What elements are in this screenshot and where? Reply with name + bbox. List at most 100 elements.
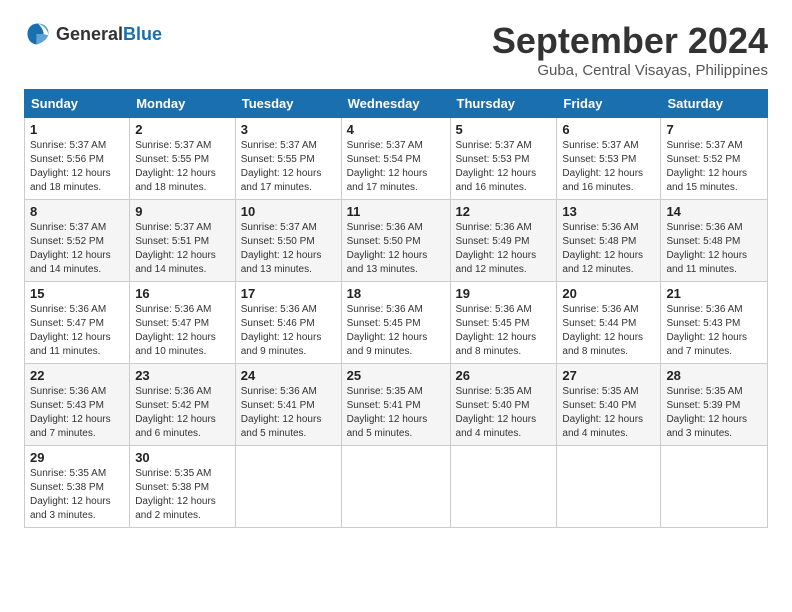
- day-content: Sunrise: 5:36 AM Sunset: 5:45 PM Dayligh…: [347, 303, 445, 359]
- header-monday: Monday: [130, 90, 236, 118]
- day-content: Sunrise: 5:36 AM Sunset: 5:44 PM Dayligh…: [562, 303, 655, 359]
- day-number: 10: [241, 204, 336, 219]
- location-subtitle: Guba, Central Visayas, Philippines: [492, 62, 768, 79]
- day-number: 1: [30, 122, 124, 137]
- calendar-cell: 6 Sunrise: 5:37 AM Sunset: 5:53 PM Dayli…: [557, 118, 661, 200]
- calendar-cell: 30 Sunrise: 5:35 AM Sunset: 5:38 PM Dayl…: [130, 446, 236, 528]
- day-number: 26: [456, 368, 552, 383]
- calendar-cell: 7 Sunrise: 5:37 AM Sunset: 5:52 PM Dayli…: [661, 118, 768, 200]
- day-number: 19: [456, 286, 552, 301]
- calendar-cell: 20 Sunrise: 5:36 AM Sunset: 5:44 PM Dayl…: [557, 282, 661, 364]
- day-number: 23: [135, 368, 230, 383]
- day-content: Sunrise: 5:35 AM Sunset: 5:40 PM Dayligh…: [456, 385, 552, 441]
- calendar-cell: 26 Sunrise: 5:35 AM Sunset: 5:40 PM Dayl…: [450, 364, 557, 446]
- day-number: 9: [135, 204, 230, 219]
- logo: GeneralBlue: [24, 20, 162, 48]
- calendar-week-4: 22 Sunrise: 5:36 AM Sunset: 5:43 PM Dayl…: [25, 364, 768, 446]
- calendar-cell: 14 Sunrise: 5:36 AM Sunset: 5:48 PM Dayl…: [661, 200, 768, 282]
- day-number: 29: [30, 450, 124, 465]
- calendar-cell: [341, 446, 450, 528]
- day-number: 11: [347, 204, 445, 219]
- day-number: 28: [666, 368, 762, 383]
- calendar-cell: 23 Sunrise: 5:36 AM Sunset: 5:42 PM Dayl…: [130, 364, 236, 446]
- day-number: 30: [135, 450, 230, 465]
- calendar-cell: 25 Sunrise: 5:35 AM Sunset: 5:41 PM Dayl…: [341, 364, 450, 446]
- day-number: 15: [30, 286, 124, 301]
- calendar-cell: 10 Sunrise: 5:37 AM Sunset: 5:50 PM Dayl…: [235, 200, 341, 282]
- day-number: 25: [347, 368, 445, 383]
- day-content: Sunrise: 5:36 AM Sunset: 5:47 PM Dayligh…: [135, 303, 230, 359]
- calendar-cell: 4 Sunrise: 5:37 AM Sunset: 5:54 PM Dayli…: [341, 118, 450, 200]
- day-number: 6: [562, 122, 655, 137]
- day-content: Sunrise: 5:37 AM Sunset: 5:55 PM Dayligh…: [135, 139, 230, 195]
- calendar-week-5: 29 Sunrise: 5:35 AM Sunset: 5:38 PM Dayl…: [25, 446, 768, 528]
- day-content: Sunrise: 5:36 AM Sunset: 5:43 PM Dayligh…: [666, 303, 762, 359]
- day-content: Sunrise: 5:36 AM Sunset: 5:42 PM Dayligh…: [135, 385, 230, 441]
- calendar-table: Sunday Monday Tuesday Wednesday Thursday…: [24, 89, 768, 528]
- day-content: Sunrise: 5:36 AM Sunset: 5:43 PM Dayligh…: [30, 385, 124, 441]
- day-number: 7: [666, 122, 762, 137]
- day-number: 13: [562, 204, 655, 219]
- calendar-cell: 5 Sunrise: 5:37 AM Sunset: 5:53 PM Dayli…: [450, 118, 557, 200]
- calendar-cell: 15 Sunrise: 5:36 AM Sunset: 5:47 PM Dayl…: [25, 282, 130, 364]
- calendar-cell: 22 Sunrise: 5:36 AM Sunset: 5:43 PM Dayl…: [25, 364, 130, 446]
- day-content: Sunrise: 5:36 AM Sunset: 5:41 PM Dayligh…: [241, 385, 336, 441]
- calendar-cell: 2 Sunrise: 5:37 AM Sunset: 5:55 PM Dayli…: [130, 118, 236, 200]
- page-header: GeneralBlue September 2024 Guba, Central…: [24, 20, 768, 79]
- day-content: Sunrise: 5:37 AM Sunset: 5:50 PM Dayligh…: [241, 221, 336, 277]
- day-number: 12: [456, 204, 552, 219]
- day-content: Sunrise: 5:37 AM Sunset: 5:53 PM Dayligh…: [562, 139, 655, 195]
- calendar-week-1: 1 Sunrise: 5:37 AM Sunset: 5:56 PM Dayli…: [25, 118, 768, 200]
- day-content: Sunrise: 5:35 AM Sunset: 5:38 PM Dayligh…: [135, 467, 230, 523]
- weekday-header-row: Sunday Monday Tuesday Wednesday Thursday…: [25, 90, 768, 118]
- day-content: Sunrise: 5:37 AM Sunset: 5:53 PM Dayligh…: [456, 139, 552, 195]
- calendar-cell: 17 Sunrise: 5:36 AM Sunset: 5:46 PM Dayl…: [235, 282, 341, 364]
- calendar-cell: 27 Sunrise: 5:35 AM Sunset: 5:40 PM Dayl…: [557, 364, 661, 446]
- day-content: Sunrise: 5:36 AM Sunset: 5:49 PM Dayligh…: [456, 221, 552, 277]
- calendar-cell: 24 Sunrise: 5:36 AM Sunset: 5:41 PM Dayl…: [235, 364, 341, 446]
- day-content: Sunrise: 5:37 AM Sunset: 5:52 PM Dayligh…: [30, 221, 124, 277]
- day-number: 20: [562, 286, 655, 301]
- calendar-cell: [235, 446, 341, 528]
- day-number: 2: [135, 122, 230, 137]
- day-number: 17: [241, 286, 336, 301]
- calendar-week-2: 8 Sunrise: 5:37 AM Sunset: 5:52 PM Dayli…: [25, 200, 768, 282]
- day-content: Sunrise: 5:37 AM Sunset: 5:56 PM Dayligh…: [30, 139, 124, 195]
- day-content: Sunrise: 5:37 AM Sunset: 5:51 PM Dayligh…: [135, 221, 230, 277]
- logo-icon: [24, 20, 52, 48]
- day-content: Sunrise: 5:35 AM Sunset: 5:38 PM Dayligh…: [30, 467, 124, 523]
- day-number: 4: [347, 122, 445, 137]
- calendar-cell: 28 Sunrise: 5:35 AM Sunset: 5:39 PM Dayl…: [661, 364, 768, 446]
- calendar-cell: 29 Sunrise: 5:35 AM Sunset: 5:38 PM Dayl…: [25, 446, 130, 528]
- calendar-cell: 3 Sunrise: 5:37 AM Sunset: 5:55 PM Dayli…: [235, 118, 341, 200]
- header-thursday: Thursday: [450, 90, 557, 118]
- header-saturday: Saturday: [661, 90, 768, 118]
- title-area: September 2024 Guba, Central Visayas, Ph…: [492, 20, 768, 79]
- day-number: 14: [666, 204, 762, 219]
- calendar-week-3: 15 Sunrise: 5:36 AM Sunset: 5:47 PM Dayl…: [25, 282, 768, 364]
- calendar-cell: 13 Sunrise: 5:36 AM Sunset: 5:48 PM Dayl…: [557, 200, 661, 282]
- day-number: 16: [135, 286, 230, 301]
- month-title: September 2024: [492, 20, 768, 62]
- day-content: Sunrise: 5:37 AM Sunset: 5:54 PM Dayligh…: [347, 139, 445, 195]
- header-friday: Friday: [557, 90, 661, 118]
- day-number: 8: [30, 204, 124, 219]
- header-sunday: Sunday: [25, 90, 130, 118]
- calendar-cell: [557, 446, 661, 528]
- day-content: Sunrise: 5:37 AM Sunset: 5:52 PM Dayligh…: [666, 139, 762, 195]
- day-content: Sunrise: 5:36 AM Sunset: 5:50 PM Dayligh…: [347, 221, 445, 277]
- calendar-cell: 19 Sunrise: 5:36 AM Sunset: 5:45 PM Dayl…: [450, 282, 557, 364]
- calendar-cell: 11 Sunrise: 5:36 AM Sunset: 5:50 PM Dayl…: [341, 200, 450, 282]
- day-number: 5: [456, 122, 552, 137]
- calendar-cell: 9 Sunrise: 5:37 AM Sunset: 5:51 PM Dayli…: [130, 200, 236, 282]
- calendar-cell: 12 Sunrise: 5:36 AM Sunset: 5:49 PM Dayl…: [450, 200, 557, 282]
- calendar-cell: 16 Sunrise: 5:36 AM Sunset: 5:47 PM Dayl…: [130, 282, 236, 364]
- day-number: 3: [241, 122, 336, 137]
- calendar-cell: 21 Sunrise: 5:36 AM Sunset: 5:43 PM Dayl…: [661, 282, 768, 364]
- calendar-cell: 18 Sunrise: 5:36 AM Sunset: 5:45 PM Dayl…: [341, 282, 450, 364]
- calendar-cell: 1 Sunrise: 5:37 AM Sunset: 5:56 PM Dayli…: [25, 118, 130, 200]
- header-tuesday: Tuesday: [235, 90, 341, 118]
- day-content: Sunrise: 5:35 AM Sunset: 5:41 PM Dayligh…: [347, 385, 445, 441]
- day-content: Sunrise: 5:37 AM Sunset: 5:55 PM Dayligh…: [241, 139, 336, 195]
- day-number: 24: [241, 368, 336, 383]
